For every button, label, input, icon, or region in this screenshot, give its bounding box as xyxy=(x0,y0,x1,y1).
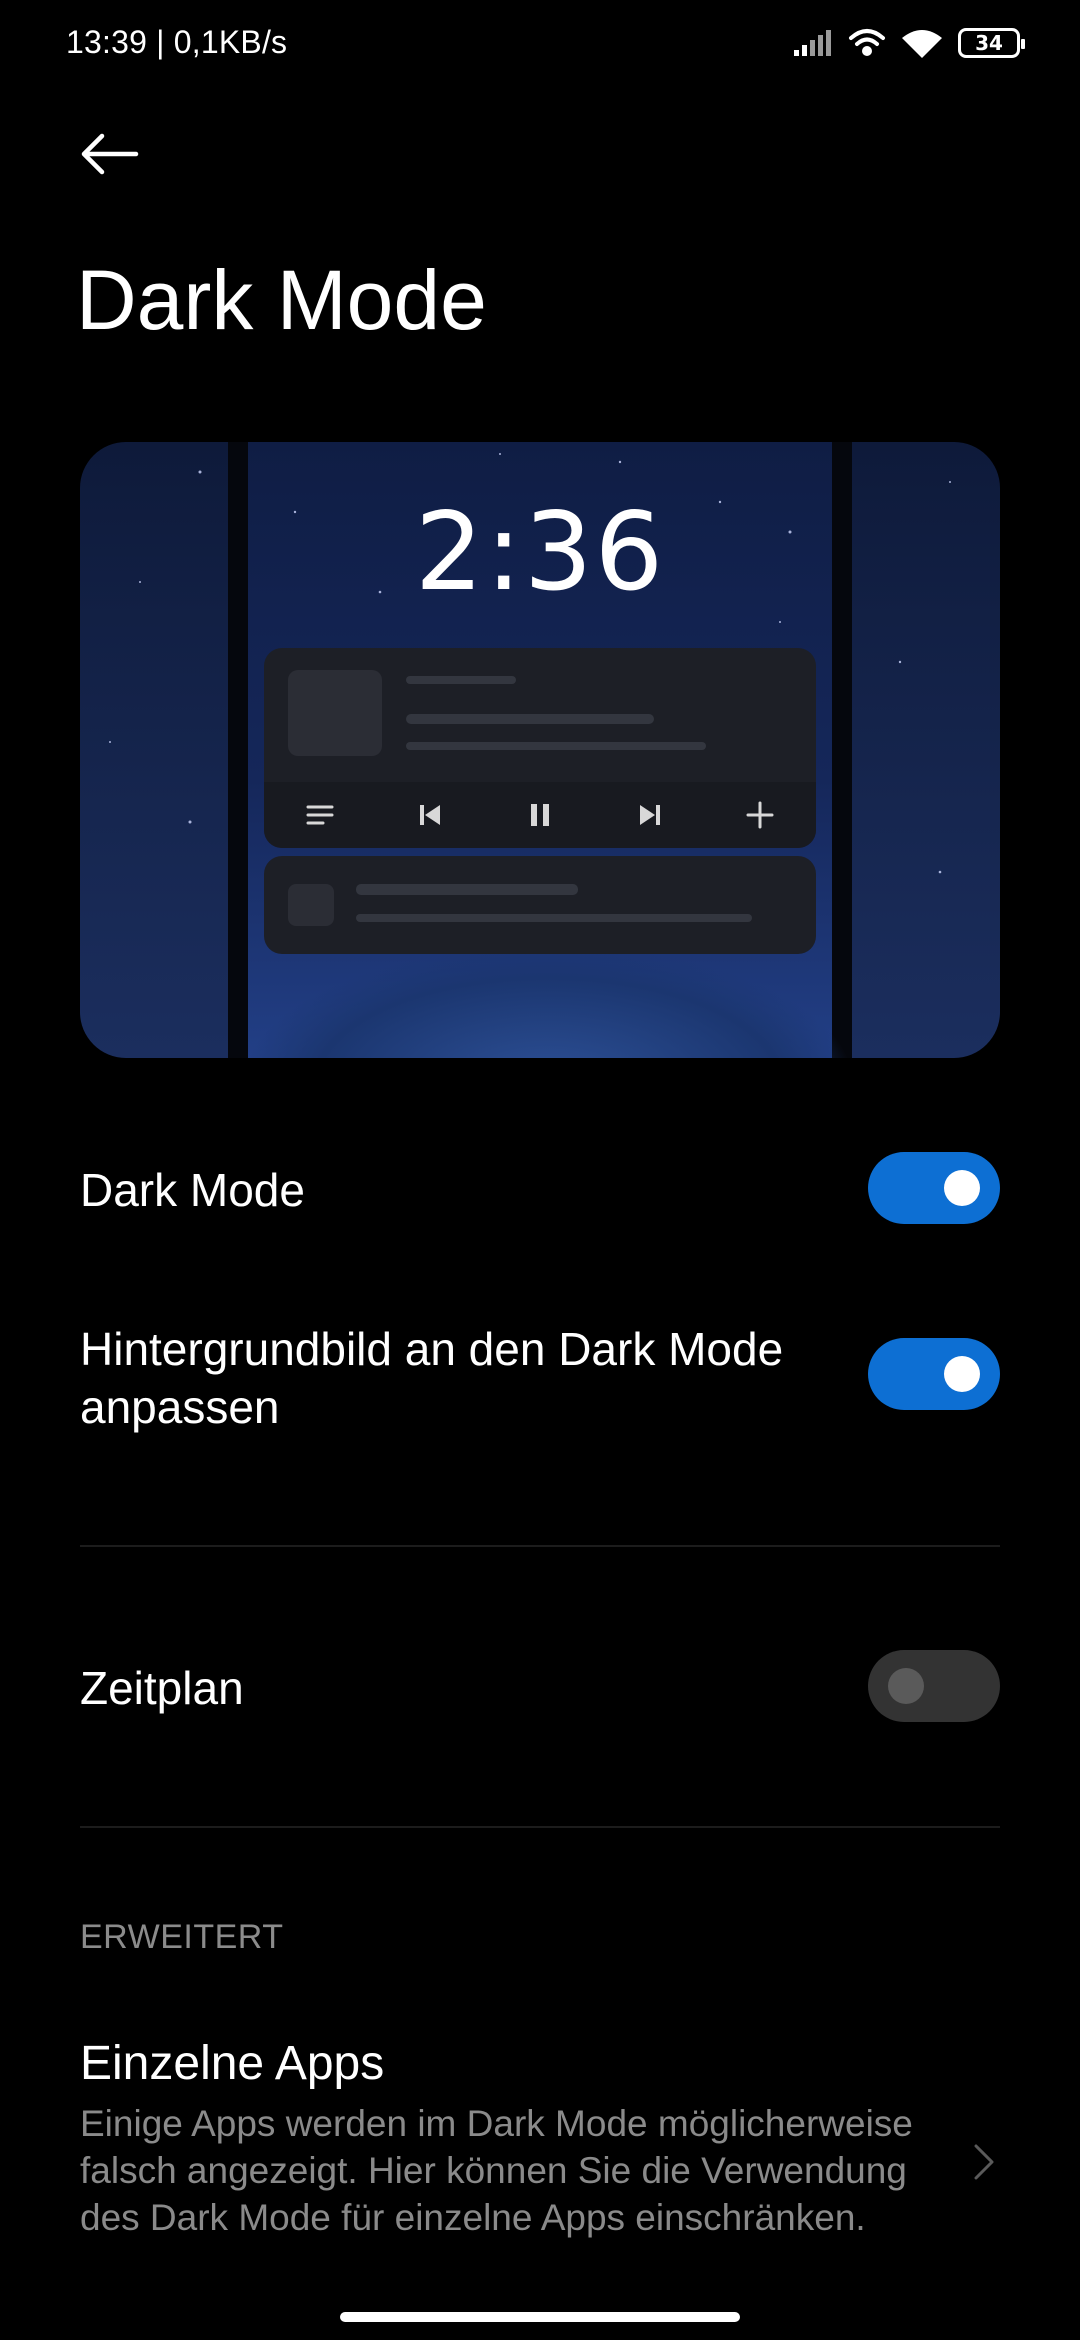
individual-apps-description: Einige Apps werden im Dark Mode mögliche… xyxy=(80,2103,913,2238)
back-button[interactable] xyxy=(78,124,150,184)
status-icons: 34 xyxy=(792,26,1025,60)
section-header-advanced: ERWEITERT xyxy=(80,1918,284,1956)
schedule-label: Zeitplan xyxy=(80,1662,244,1714)
placeholder-line xyxy=(406,714,654,724)
preview-clock: 2:36 xyxy=(414,490,666,615)
pause-icon xyxy=(530,804,549,826)
individual-apps-title: Einzelne Apps xyxy=(80,2037,385,2090)
notification-icon-placeholder xyxy=(288,884,334,926)
divider xyxy=(80,1826,1000,1828)
toggle-knob xyxy=(944,1170,980,1206)
placeholder-line xyxy=(356,914,752,922)
signal-icon xyxy=(794,30,831,56)
dark-mode-row[interactable]: Dark Mode xyxy=(80,1150,1000,1230)
schedule-row[interactable]: Zeitplan xyxy=(80,1650,1000,1726)
dark-mode-toggle[interactable] xyxy=(868,1152,1000,1224)
skip-next-icon xyxy=(639,805,660,825)
wallpaper-adapt-label: Hintergrundbild an den Dark Mode anpasse… xyxy=(80,1323,784,1433)
toggle-knob xyxy=(888,1668,924,1704)
battery-level: 34 xyxy=(975,31,1003,55)
media-notification-card xyxy=(264,648,816,848)
placeholder-line xyxy=(406,742,706,750)
chevron-right-icon xyxy=(974,2144,994,2180)
album-art-placeholder xyxy=(288,670,382,756)
wallpaper-wave xyxy=(248,948,848,1058)
dark-mode-preview: 2:36 xyxy=(80,442,1000,1058)
list-icon xyxy=(306,805,334,825)
status-bar: 13:39 | 0,1KB/s 34 xyxy=(0,0,1080,90)
hotspot-icon xyxy=(849,29,885,56)
battery-icon: 34 xyxy=(958,28,1025,58)
wifi-icon xyxy=(902,30,942,58)
dark-mode-label: Dark Mode xyxy=(80,1164,305,1216)
home-indicator[interactable] xyxy=(340,2312,740,2322)
skip-previous-icon xyxy=(420,805,441,825)
plus-icon xyxy=(746,801,774,829)
toggle-knob xyxy=(944,1356,980,1392)
page-title: Dark Mode xyxy=(76,253,487,347)
wallpaper-adapt-toggle[interactable] xyxy=(868,1338,1000,1410)
schedule-toggle[interactable] xyxy=(868,1650,1000,1722)
placeholder-line xyxy=(356,884,578,895)
media-controls xyxy=(264,782,816,848)
status-time-speed: 13:39 | 0,1KB/s xyxy=(66,24,288,60)
placeholder-line xyxy=(406,676,516,684)
arrow-left-icon xyxy=(81,133,139,175)
notification-card xyxy=(264,856,816,954)
divider xyxy=(80,1545,1000,1547)
wallpaper-adapt-row[interactable]: Hintergrundbild an den Dark Mode anpasse… xyxy=(80,1320,1000,1440)
